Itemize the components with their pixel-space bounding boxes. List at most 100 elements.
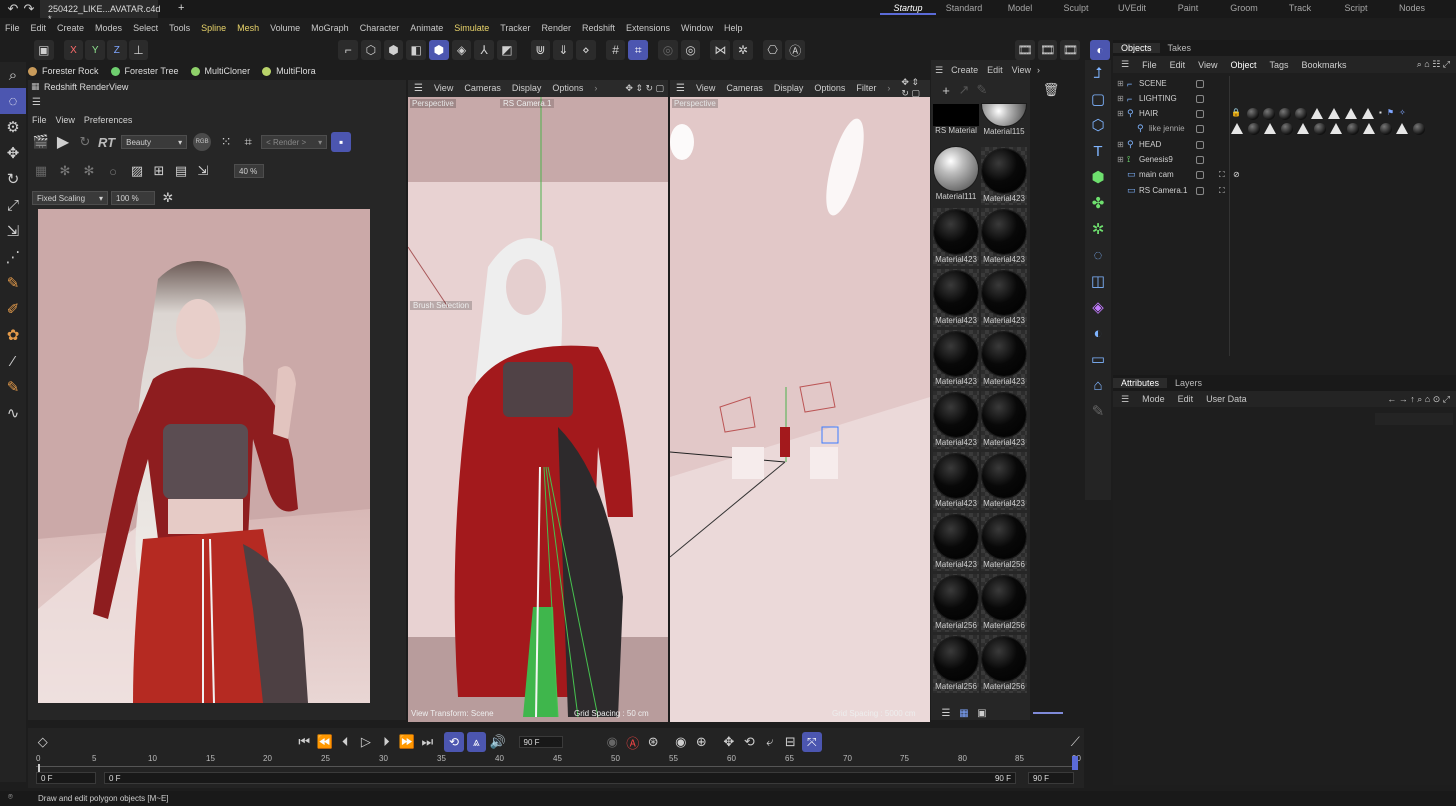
expand-icon[interactable]: ⊞: [1117, 94, 1127, 103]
selection-tag-icon[interactable]: ▪: [1379, 108, 1382, 120]
navigate-icons[interactable]: ✥ ⇕ ↻ ▢: [901, 77, 926, 99]
visibility-checkbox[interactable]: [1196, 94, 1204, 103]
viewport1-menu-view[interactable]: View: [434, 83, 453, 93]
menu-window[interactable]: Window: [681, 23, 713, 33]
visibility-checkbox[interactable]: [1196, 79, 1204, 88]
multiflora-button[interactable]: MultiFlora: [262, 66, 316, 76]
renderview-menu-view[interactable]: View: [56, 115, 75, 125]
environment-icon[interactable]: ◐: [1085, 320, 1111, 346]
aov-dropdown[interactable]: Beauty ▾: [121, 135, 188, 149]
sparkle-tag-icon[interactable]: ✧: [1399, 108, 1406, 120]
layout-standard[interactable]: Standard: [936, 3, 992, 15]
text-icon[interactable]: T: [1085, 138, 1111, 164]
material-swatch[interactable]: Material256: [933, 574, 979, 632]
previous-key-icon[interactable]: ⏪: [316, 733, 334, 751]
timeline-graph-icon[interactable]: ⟋: [1067, 733, 1085, 751]
expand-icon[interactable]: ⊞: [1117, 109, 1127, 118]
camera-icon[interactable]: ▭: [1085, 346, 1111, 372]
hamburger-icon[interactable]: ☰: [676, 83, 685, 94]
rgb-channel-button[interactable]: RGB: [193, 133, 212, 151]
menu-select[interactable]: Select: [133, 23, 158, 33]
sound-icon[interactable]: 🔊: [489, 733, 507, 751]
brush-icon[interactable]: ⁄: [0, 348, 26, 374]
tree-row-head[interactable]: ⊞ ⚲ HEAD: [1113, 137, 1456, 152]
forester-tree-button[interactable]: Forester Tree: [110, 66, 179, 76]
material-swatch[interactable]: Material423: [981, 269, 1027, 327]
record-icon[interactable]: ◉: [603, 733, 621, 751]
export-icon[interactable]: ⇲: [194, 162, 212, 180]
position-key-icon[interactable]: ◉: [672, 733, 690, 751]
image-icon[interactable]: ▨: [128, 162, 146, 180]
phong-tag[interactable]: [1297, 122, 1309, 134]
workplane-icon[interactable]: ⋄: [576, 40, 596, 60]
menu-simulate[interactable]: Simulate: [454, 23, 489, 33]
menu-help[interactable]: Help: [724, 23, 743, 33]
current-frame-field[interactable]: 90 F: [518, 736, 564, 748]
phong-tag[interactable]: [1264, 122, 1276, 134]
layout-startup[interactable]: Startup: [880, 3, 936, 15]
menu-redshift[interactable]: Redshift: [582, 23, 615, 33]
model-mode-icon[interactable]: ▣: [34, 40, 54, 60]
material-tag[interactable]: [1262, 107, 1275, 120]
material-menu-create[interactable]: Create: [951, 65, 978, 75]
flag-tag-icon[interactable]: ⚑: [1387, 108, 1394, 120]
material-swatch[interactable]: Material256: [981, 513, 1027, 571]
material-swatch[interactable]: Material423: [933, 269, 979, 327]
pen-icon[interactable]: ✎: [1085, 398, 1111, 424]
hamburger-icon[interactable]: ☰: [935, 65, 943, 76]
snowflake-icon[interactable]: ✻: [56, 162, 74, 180]
renderview-menu-preferences[interactable]: Preferences: [84, 115, 133, 125]
menu-animate[interactable]: Animate: [410, 23, 443, 33]
refresh-icon[interactable]: ↻: [76, 133, 94, 151]
search-icon[interactable]: ⌕: [0, 62, 26, 88]
param-key-icon[interactable]: ⟲: [741, 733, 759, 751]
volume-icon[interactable]: ◈: [1085, 294, 1111, 320]
visibility-checkbox[interactable]: [1196, 170, 1204, 179]
tab-attributes[interactable]: Attributes: [1113, 378, 1168, 388]
objects-menu-file[interactable]: File: [1142, 60, 1157, 70]
snowflake-alt-icon[interactable]: ✻: [80, 162, 98, 180]
phong-tag[interactable]: [1396, 122, 1408, 134]
material-swatch[interactable]: Material423: [933, 391, 979, 449]
redo-icon[interactable]: ↷: [20, 0, 38, 18]
material-swatch[interactable]: Material115: [981, 104, 1027, 136]
spline-objects-icon[interactable]: ⮥: [1085, 60, 1111, 86]
material-tag[interactable]: [1380, 122, 1392, 135]
viewport2-canvas[interactable]: Perspective Grid Spacing : 5000 cm: [670, 97, 930, 722]
z-axis-button[interactable]: Z: [107, 40, 127, 60]
viewport2-menu-options[interactable]: Options: [814, 83, 845, 93]
material-swatch[interactable]: Material256: [933, 635, 979, 693]
viewport1-menu-display[interactable]: Display: [512, 83, 542, 93]
rotation-key-icon[interactable]: ⊕: [693, 733, 711, 751]
playhead[interactable]: [1072, 756, 1078, 770]
phong-tag[interactable]: [1310, 107, 1323, 119]
material-menu-view[interactable]: View: [1012, 65, 1031, 75]
layout-script[interactable]: Script: [1328, 3, 1384, 15]
coordinate-system-icon[interactable]: ⊥: [128, 40, 149, 60]
multicloner-button[interactable]: MultiCloner: [190, 66, 250, 76]
pla-key-icon[interactable]: ⤶: [761, 733, 779, 751]
transfer-icon[interactable]: ⇲: [0, 218, 26, 244]
scaling-dropdown[interactable]: Fixed Scaling ▾: [32, 191, 108, 205]
play-icon[interactable]: ▷: [357, 733, 375, 751]
phong-tag[interactable]: [1327, 107, 1340, 119]
texture-mode-icon[interactable]: ◈: [451, 40, 472, 60]
menu-render[interactable]: Render: [541, 23, 571, 33]
rotate-tool-icon[interactable]: ↻: [0, 166, 26, 192]
go-to-end-icon[interactable]: ⏭: [419, 733, 437, 751]
start-marker[interactable]: [38, 764, 40, 772]
attribute-icon[interactable]: Ⓐ: [785, 40, 806, 60]
phong-tag[interactable]: [1361, 107, 1374, 119]
spline-pen-icon[interactable]: ✎: [0, 270, 26, 296]
material-swatch[interactable]: Material423: [981, 391, 1027, 449]
play-render-icon[interactable]: ▶: [54, 133, 72, 151]
phong-tag[interactable]: [1231, 122, 1243, 134]
tree-row-hair[interactable]: ⊞ ⚲ HAIR 🔒 ▪ ⚑ ✧: [1113, 106, 1456, 121]
menu-file[interactable]: File: [5, 23, 20, 33]
menu-mograph[interactable]: MoGraph: [311, 23, 349, 33]
redshift-icon[interactable]: ◐: [1090, 40, 1110, 60]
visibility-checkbox[interactable]: [1196, 155, 1204, 164]
material-tag[interactable]: [1281, 122, 1293, 135]
tree-row-scene[interactable]: ⊞ ⌐ SCENE: [1113, 76, 1456, 91]
hamburger-icon[interactable]: ☰: [1121, 59, 1129, 70]
